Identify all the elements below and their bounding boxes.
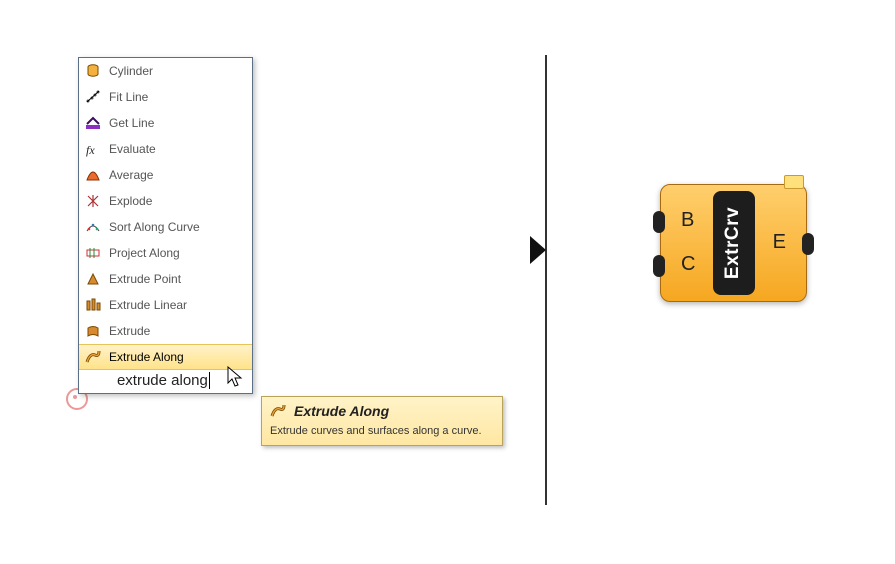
explode-icon [85, 193, 101, 209]
menu-item-label: Evaluate [109, 142, 156, 156]
menu-item-fit-line[interactable]: Fit Line [79, 84, 252, 110]
menu-item-extrude-along[interactable]: Extrude Along [79, 344, 252, 370]
input-port-b-grip[interactable] [653, 211, 665, 233]
menu-item-sort-along-curve[interactable]: Sort Along Curve [79, 214, 252, 240]
project-along-icon [85, 245, 101, 261]
menu-item-extrude[interactable]: Extrude [79, 318, 252, 344]
search-input[interactable]: extrude along [79, 370, 252, 393]
tooltip: Extrude Along Extrude curves and surface… [261, 396, 503, 446]
component-name-pill: ExtrCrv [713, 191, 755, 295]
arrow-right-icon [530, 236, 546, 264]
average-icon [85, 167, 101, 183]
tooltip-title: Extrude Along [294, 403, 389, 419]
menu-item-average[interactable]: Average [79, 162, 252, 188]
canvas: Cylinder Fit Line Get Line fx Evaluate [0, 0, 895, 564]
output-port-e-label: E [773, 231, 786, 254]
menu-item-label: Extrude [109, 324, 150, 338]
menu-item-label: Sort Along Curve [109, 220, 200, 234]
component-name: ExtrCrv [723, 207, 745, 279]
menu-item-label: Get Line [109, 116, 154, 130]
component-search-popup[interactable]: Cylinder Fit Line Get Line fx Evaluate [78, 57, 253, 394]
input-port-b-label: B [681, 209, 694, 232]
menu-item-label: Fit Line [109, 90, 148, 104]
component-tab[interactable] [784, 175, 804, 189]
menu-item-cylinder[interactable]: Cylinder [79, 58, 252, 84]
evaluate-icon: fx [85, 141, 101, 157]
extrude-point-icon [85, 271, 101, 287]
cylinder-icon [85, 63, 101, 79]
extrude-along-icon [270, 403, 286, 419]
input-port-c-grip[interactable] [653, 255, 665, 277]
input-port-c-label: C [681, 253, 695, 276]
tooltip-body: Extrude curves and surfaces along a curv… [270, 425, 494, 437]
menu-item-project-along[interactable]: Project Along [79, 240, 252, 266]
extrude-icon [85, 323, 101, 339]
search-text: extrude along [117, 372, 208, 389]
menu-item-label: Project Along [109, 246, 180, 260]
menu-item-label: Extrude Linear [109, 298, 187, 312]
menu-item-label: Extrude Point [109, 272, 181, 286]
sort-along-curve-icon [85, 219, 101, 235]
menu-item-extrude-linear[interactable]: Extrude Linear [79, 292, 252, 318]
menu-item-label: Average [109, 168, 153, 182]
get-line-icon [85, 115, 101, 131]
svg-text:fx: fx [86, 143, 95, 157]
output-port-e-grip[interactable] [802, 233, 814, 255]
menu-item-label: Explode [109, 194, 152, 208]
menu-item-extrude-point[interactable]: Extrude Point [79, 266, 252, 292]
menu-item-label: Cylinder [109, 64, 153, 78]
menu-item-explode[interactable]: Explode [79, 188, 252, 214]
menu-item-get-line[interactable]: Get Line [79, 110, 252, 136]
menu-item-label: Extrude Along [109, 350, 184, 364]
gh-component-extrude-along[interactable]: B C E ExtrCrv [660, 184, 807, 302]
divider-line [545, 55, 547, 505]
fit-line-icon [85, 89, 101, 105]
extrude-linear-icon [85, 297, 101, 313]
menu-item-evaluate[interactable]: fx Evaluate [79, 136, 252, 162]
extrude-along-icon [85, 349, 101, 365]
